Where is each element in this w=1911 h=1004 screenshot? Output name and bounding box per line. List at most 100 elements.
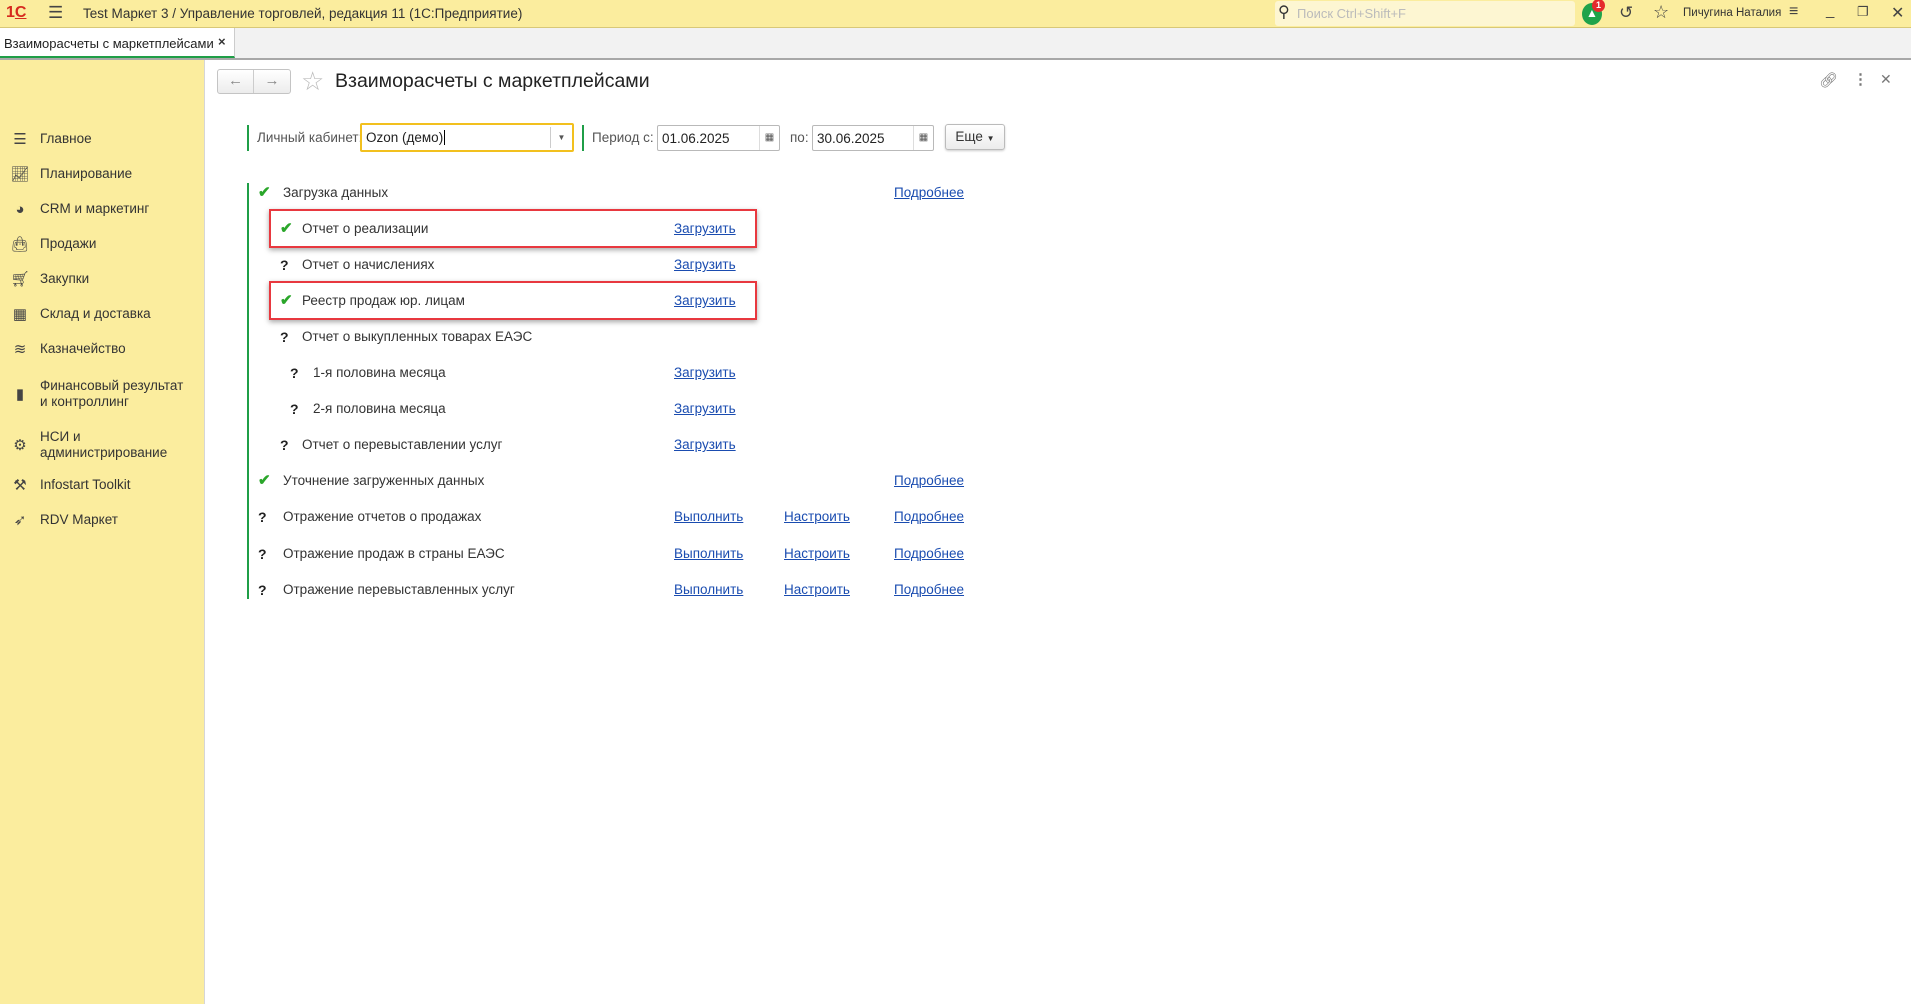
setup-link[interactable]: Настроить <box>784 582 850 597</box>
question-icon: ? <box>290 401 299 418</box>
load-link[interactable]: Загрузить <box>674 437 736 452</box>
main-menu-icon[interactable]: ☰ <box>48 3 63 23</box>
back-arrow-icon[interactable]: ← <box>218 70 254 93</box>
details-link[interactable]: Подробнее <box>894 185 964 200</box>
sidebar-item-label: НСИ и администрирование <box>40 429 168 460</box>
step-label: Реестр продаж юр. лицам <box>302 293 465 309</box>
sidebar-item-label: CRM и маркетинг <box>40 201 150 216</box>
sidebar-item-label: Склад и доставка <box>40 306 151 321</box>
menu-icon: ☰ <box>13 131 27 148</box>
step-label: Отражение перевыставленных услуг <box>283 581 515 597</box>
run-link[interactable]: Выполнить <box>674 509 743 524</box>
group-marker <box>247 125 249 151</box>
sidebar-item[interactable]: ◕ CRM и маркетинг <box>0 199 204 219</box>
close-tab-icon[interactable]: × <box>218 34 226 49</box>
details-link[interactable]: Подробнее <box>894 509 964 524</box>
window-title: Test Маркет 3 / Управление торговлей, ре… <box>83 6 523 21</box>
step-label: Отчет о перевыставлении услуг <box>302 437 503 453</box>
load-link[interactable]: Загрузить <box>674 257 736 272</box>
history-icon[interactable]: ↺ <box>1619 3 1633 23</box>
favorites-star-icon[interactable]: ☆ <box>1653 2 1669 23</box>
period-to-value: 30.06.2025 <box>817 131 885 146</box>
check-icon: ✔ <box>280 220 293 238</box>
restore-icon[interactable]: ❐ <box>1857 4 1869 20</box>
dropdown-chevron-icon[interactable]: ▼ <box>550 127 572 148</box>
link-icon[interactable]: 🔗︎ <box>1819 71 1838 89</box>
cart-icon: 🛒︎ <box>10 271 30 288</box>
step-label: Загрузка данных <box>283 185 389 200</box>
close-window-icon[interactable]: ✕ <box>1891 3 1904 23</box>
page-title: Взаиморасчеты с маркетплейсами <box>335 70 650 92</box>
run-link[interactable]: Выполнить <box>674 582 743 597</box>
close-form-icon[interactable]: ✕ <box>1880 71 1892 88</box>
settings-menu-icon[interactable]: ≡ <box>1789 3 1798 21</box>
sidebar-item[interactable]: ⚙ НСИ и администрирование <box>0 427 204 463</box>
warehouse-icon: ▦ <box>12 306 28 323</box>
favorite-star-icon[interactable]: ☆ <box>301 66 324 97</box>
bar-chart-icon: ▮ <box>15 386 25 403</box>
load-link[interactable]: Загрузить <box>674 365 736 380</box>
sidebar-item[interactable]: ⚒ Infostart Toolkit <box>0 475 204 495</box>
question-icon: ? <box>258 581 267 598</box>
question-icon: ? <box>280 329 289 346</box>
cabinet-value: Ozon (демо) <box>366 130 444 145</box>
calendar-icon[interactable]: ▦ <box>913 126 933 150</box>
minimize-icon[interactable]: _ <box>1826 2 1834 19</box>
setup-link[interactable]: Настроить <box>784 546 850 561</box>
sidebar: ☰ Главное 📈︎ Планирование ◕ CRM и маркетинг 👜︎… <box>0 60 205 1004</box>
question-icon: ? <box>280 437 289 454</box>
step-label: Отражение отчетов о продажах <box>283 509 482 525</box>
period-from-input[interactable]: 01.06.2025 ▦ <box>657 125 780 151</box>
period-from-value: 01.06.2025 <box>662 131 730 146</box>
dropdown-chevron-icon: ▼ <box>986 134 995 143</box>
forward-arrow-icon[interactable]: → <box>254 70 290 93</box>
cabinet-select[interactable]: Ozon (демо) ▼ <box>360 123 574 152</box>
details-link[interactable]: Подробнее <box>894 546 964 561</box>
notifications-bell-icon[interactable]: ▲ 1 <box>1582 0 1605 25</box>
notification-count-badge: 1 <box>1592 0 1605 12</box>
period-to-input[interactable]: 30.06.2025 ▦ <box>812 125 934 151</box>
step-label: Отчет о начислениях <box>302 257 435 273</box>
question-icon: ? <box>258 509 267 526</box>
sidebar-item-label: Продажи <box>40 236 97 251</box>
details-link[interactable]: Подробнее <box>894 582 964 597</box>
sidebar-item[interactable]: ▦ Склад и доставка <box>0 304 204 324</box>
sidebar-item[interactable]: ➶ RDV Маркет <box>0 510 204 530</box>
sidebar-item[interactable]: ▮ Финансовый результат и контроллинг <box>0 376 204 412</box>
step-label: 2-я половина месяца <box>313 401 446 417</box>
load-link[interactable]: Загрузить <box>674 221 736 236</box>
user-name[interactable]: Пичугина Наталия <box>1683 7 1781 19</box>
search-input[interactable]: ⚲ Поиск Ctrl+Shift+F <box>1275 1 1575 26</box>
load-link[interactable]: Загрузить <box>674 401 736 416</box>
navigation-buttons: ← → <box>217 69 291 94</box>
calendar-icon[interactable]: ▦ <box>759 126 779 150</box>
sidebar-item-label: Планирование <box>40 166 133 181</box>
sidebar-item[interactable]: 📈︎ Планирование <box>0 164 204 184</box>
sidebar-item-label: RDV Маркет <box>40 512 118 527</box>
tab-label: Взаиморасчеты с маркетплейсами <box>4 36 214 51</box>
rocket-icon: ➶ <box>13 512 27 529</box>
more-actions-icon[interactable]: ⋮ <box>1853 70 1868 88</box>
tab-marketplace-settlements[interactable]: Взаиморасчеты с маркетплейсами × <box>0 28 235 58</box>
step-label: Отчет о выкупленных товарах ЕАЭС <box>302 329 533 345</box>
sidebar-item-label: Финансовый результат и контроллинг <box>40 378 184 409</box>
more-button-label: Еще <box>955 129 983 144</box>
step-label: 1-я половина месяца <box>313 365 446 381</box>
check-icon: ✔ <box>258 184 271 201</box>
load-link[interactable]: Загрузить <box>674 293 736 308</box>
sidebar-item-label: Infostart Toolkit <box>40 477 131 492</box>
cabinet-label: Личный кабинет: <box>257 130 363 145</box>
more-button[interactable]: Еще ▼ <box>945 124 1005 150</box>
step-label: Отчет о реализации <box>302 221 429 237</box>
run-link[interactable]: Выполнить <box>674 546 743 561</box>
details-link[interactable]: Подробнее <box>894 473 964 488</box>
sidebar-item[interactable]: 🛒︎ Закупки <box>0 269 204 289</box>
period-to-label: по: <box>790 130 809 145</box>
step-label: Отражение продаж в страны ЕАЭС <box>283 545 505 561</box>
question-icon: ? <box>290 365 299 382</box>
steps-group-marker <box>247 183 249 599</box>
sidebar-item[interactable]: ☰ Главное <box>0 129 204 149</box>
sidebar-item[interactable]: 👜︎ Продажи <box>0 234 204 254</box>
sidebar-item[interactable]: ≋ Казначейство <box>0 339 204 359</box>
setup-link[interactable]: Настроить <box>784 509 850 524</box>
